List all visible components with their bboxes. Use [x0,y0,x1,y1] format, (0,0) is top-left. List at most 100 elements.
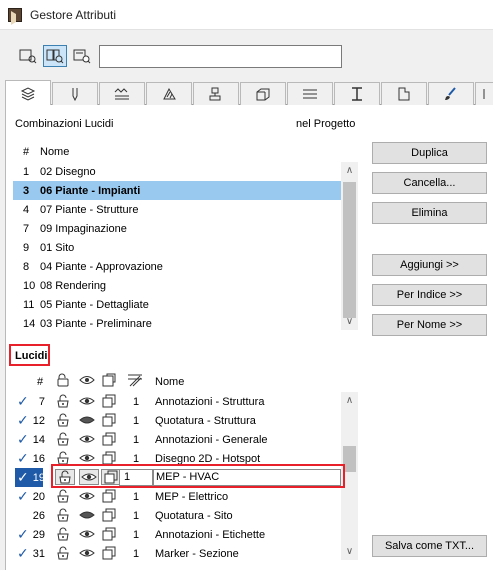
lock-icon[interactable] [55,489,71,506]
eye-icon[interactable] [79,527,95,544]
lucidi-row-num: 14 [32,433,45,446]
intersection-group-value: 1 [133,490,140,503]
eye-icon[interactable] [79,394,95,411]
tab-lines[interactable] [99,82,145,105]
wireframe-icon[interactable] [101,413,117,430]
eye-icon[interactable] [79,413,95,430]
intersection-header-icon[interactable] [127,373,143,390]
aggiungi-button[interactable]: Aggiungi >> [372,254,487,276]
wireframe-icon[interactable] [101,527,117,544]
eye-header-icon[interactable] [79,373,95,390]
view-detail-icon[interactable] [70,45,94,67]
combinazioni-row[interactable]: 11 05 Piante - Dettagliate [13,295,341,314]
view-split-icon[interactable] [43,45,67,67]
eye-icon[interactable] [79,432,95,449]
tab-surfaces[interactable] [193,82,239,105]
tab-pens[interactable] [52,82,98,105]
lucidi-row-name: Annotazioni - Struttura [155,395,265,408]
fill-icon [163,87,176,100]
scroll-thumb[interactable] [343,182,356,318]
attribute-tabs [5,80,493,106]
per-nome-button[interactable]: Per Nome >> [372,314,487,336]
column-header-name: Nome [40,145,70,158]
search-input[interactable] [99,45,342,68]
lucidi-row-name: Quotatura - Struttura [155,414,256,427]
tab-materials[interactable] [240,82,286,105]
salva-txt-button[interactable]: Salva come TXT... [372,535,487,557]
combinazioni-row[interactable]: 4 07 Piante - Strutture [13,200,341,219]
combinazioni-scrollbar[interactable]: ∧ ∨ [341,162,358,330]
intersection-group-value: 1 [133,452,140,465]
lucidi-scroll-down-arrow-icon[interactable]: ∨ [341,543,358,560]
eye-icon[interactable] [79,546,95,563]
lucidi-row[interactable]: ✓ 29 1 Annotazioni - Etichette [13,525,341,544]
lucidi-row[interactable]: ✓ 20 1 MEP - Elettrico [13,487,341,506]
lock-icon[interactable] [55,508,71,525]
combinazioni-row-num: 8 [23,260,30,273]
building-material-icon [256,88,270,101]
tab-zones[interactable] [381,82,427,105]
wireframe-icon[interactable] [101,394,117,411]
elimina-button[interactable]: Elimina [372,202,487,224]
intersection-group-value: 1 [133,528,140,541]
combinazioni-row-num: 11 [23,298,35,311]
lucidi-row[interactable]: ✓ 12 1 Quotatura - Struttura [13,411,341,430]
view-list-icon[interactable] [16,45,40,67]
lock-icon[interactable] [55,527,71,544]
app-icon [8,8,22,25]
tab-composites[interactable] [287,82,333,105]
more-icon [483,89,484,99]
lucidi-row-name: Quotatura - Sito [155,509,233,522]
pen-icon [72,88,78,101]
lock-icon[interactable] [55,413,71,430]
wireframe-icon[interactable] [101,432,117,449]
combinazioni-row[interactable]: 3 06 Piante - Impianti [13,181,341,200]
list-header: # Nome [13,142,343,161]
scroll-down-arrow-icon[interactable]: ∨ [341,313,358,330]
combinazioni-row[interactable]: 10 08 Rendering [13,276,341,295]
duplica-button[interactable]: Duplica [372,142,487,164]
combinazioni-row-num: 10 [23,279,36,292]
wireframe-icon[interactable] [101,546,117,563]
wireframe-header-icon[interactable] [101,373,117,390]
per-indice-button[interactable]: Per Indice >> [372,284,487,306]
combinazioni-row-num: 3 [23,184,30,197]
wireframe-icon[interactable] [101,508,117,525]
combinazioni-row[interactable]: 14 03 Piante - Preliminare [13,314,341,333]
composite-icon [303,89,317,99]
eye-icon[interactable] [79,508,95,525]
profile-icon [352,87,362,101]
tab-more[interactable] [475,82,493,105]
title-bar: Gestore Attributi [0,0,493,30]
cancella-button[interactable]: Cancella... [372,172,487,194]
lucidi-row[interactable]: ✓ 31 1 Marker - Sezione [13,544,341,563]
tab-profiles[interactable] [334,82,380,105]
tab-mep[interactable] [428,82,474,105]
paint-icon [209,87,221,101]
lucidi-row[interactable]: ✓ 7 1 Annotazioni - Struttura [13,392,341,411]
lucidi-row-name: Annotazioni - Generale [155,433,268,446]
combinazioni-row[interactable]: 8 04 Piante - Approvazione [13,257,341,276]
lock-icon[interactable] [55,394,71,411]
combinazioni-row[interactable]: 9 01 Sito [13,238,341,257]
lucidi-scroll-up-arrow-icon[interactable]: ∧ [341,392,358,409]
scroll-up-arrow-icon[interactable]: ∧ [341,162,358,179]
eye-icon[interactable] [79,489,95,506]
lucidi-row[interactable]: 26 1 Quotatura - Sito [13,506,341,525]
lucidi-row-num: 26 [32,509,45,522]
combinazioni-row-num: 1 [23,165,30,178]
lock-header-icon[interactable] [55,373,71,390]
combinazioni-row-name: 04 Piante - Approvazione [40,260,163,273]
tab-fills[interactable] [146,82,192,105]
tab-layers[interactable] [5,80,51,106]
lock-icon[interactable] [55,432,71,449]
lucidi-row[interactable]: ✓ 14 1 Annotazioni - Generale [13,430,341,449]
combinazioni-row[interactable]: 7 09 Impaginazione [13,219,341,238]
intersection-group-value: 1 [133,547,140,560]
zone-icon [398,87,410,101]
lucidi-row-num: 29 [32,528,45,541]
combinazioni-row[interactable]: 1 02 Disegno [13,162,341,181]
wireframe-icon[interactable] [101,489,117,506]
lock-icon[interactable] [55,546,71,563]
intersection-group-value: 1 [133,414,140,427]
